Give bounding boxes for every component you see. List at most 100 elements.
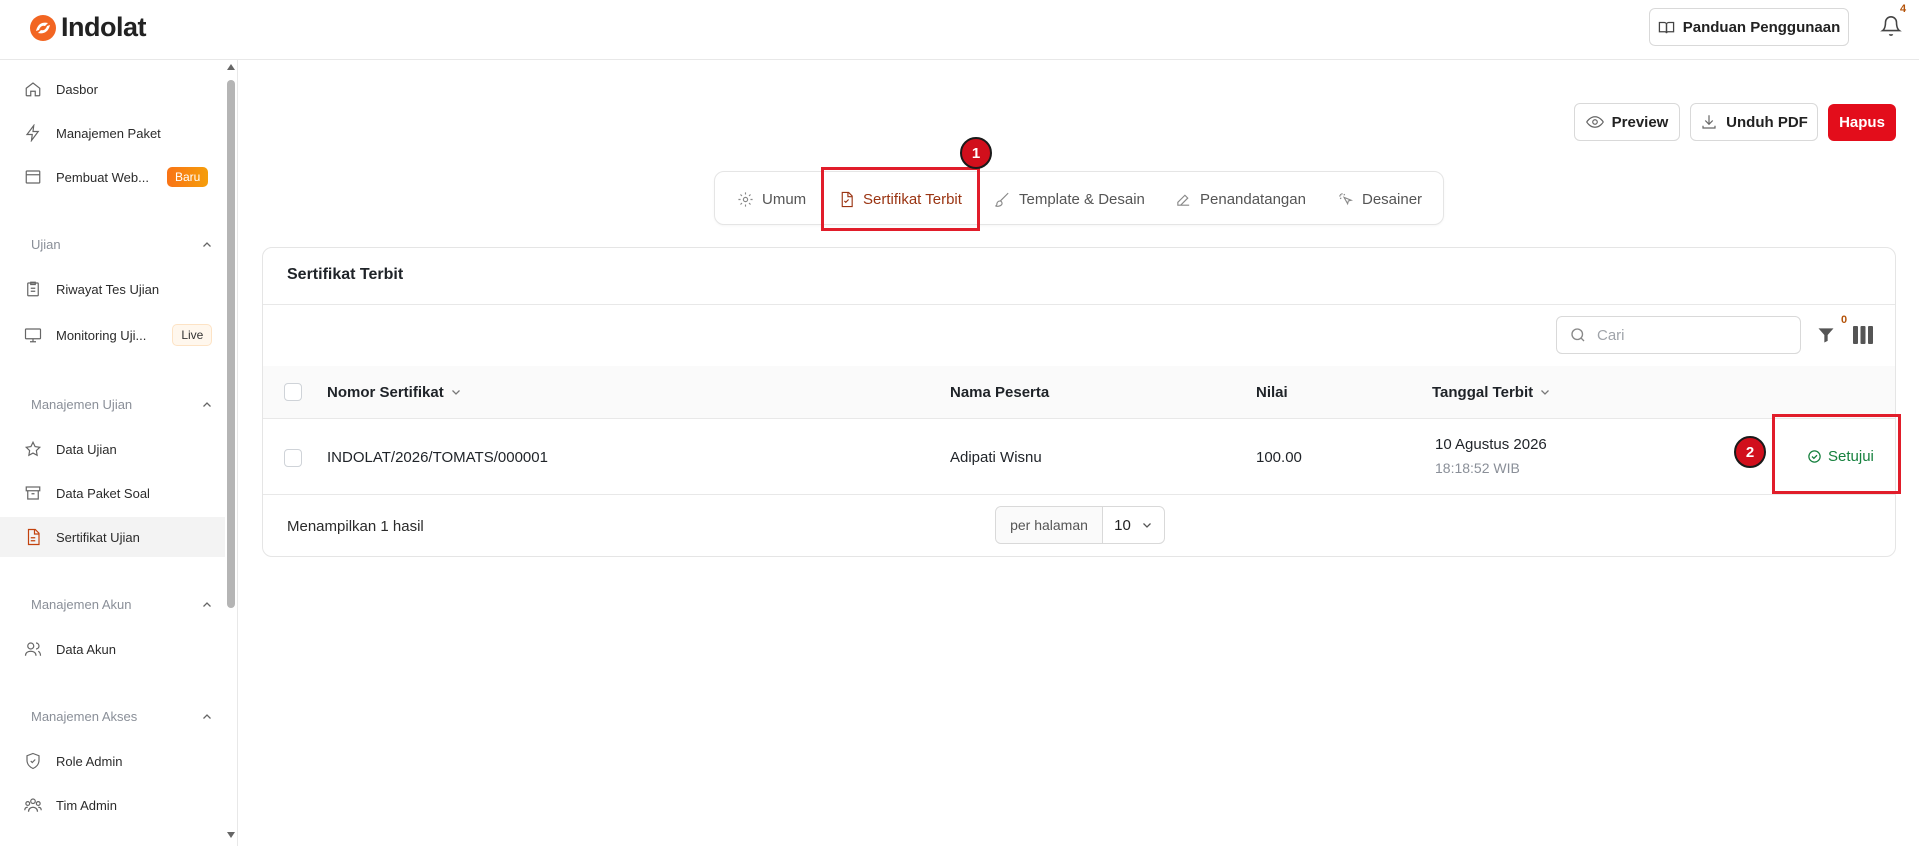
bell-icon[interactable] [1880,14,1902,38]
sidebar-section-ujian[interactable]: Ujian [31,237,213,252]
tab-desainer[interactable]: Desainer [1337,172,1422,226]
sidebar-item-pembuat-web[interactable]: Pembuat Web... Baru [0,157,225,197]
gear-icon [738,191,753,207]
tab-umum[interactable]: Umum [737,172,806,226]
tab-label: Umum [762,190,807,208]
sidebar-item-label: Monitoring Uji... [56,327,147,343]
tab-penandatangan[interactable]: Penandatangan [1175,172,1306,226]
clipboard-icon [27,281,39,297]
indolat-logo-icon [30,14,56,41]
tab-sertifikat-terbit[interactable]: Sertifikat Terbit [838,172,962,226]
filter-count-badge: 0 [1841,314,1848,326]
sidebar-item-label: Riwayat Tes Ujian [56,281,160,297]
search-input[interactable]: Cari [1556,316,1801,354]
team-icon [24,798,42,812]
per-page-number: 10 [1114,516,1131,534]
search-icon [1571,328,1585,342]
sidebar-item-label: Sertifikat Ujian [56,529,140,545]
result-count: Menampilkan 1 hasil [287,518,424,535]
step-marker-1: 1 [960,137,992,169]
scroll-down-arrow-icon[interactable] [227,832,235,838]
check-circle-icon [1808,450,1821,463]
divider [263,418,1895,419]
sidebar-section-manajemen-akun[interactable]: Manajemen Akun [31,597,213,612]
sidebar-item-manajemen-paket[interactable]: Manajemen Paket [0,113,225,153]
column-label: Tanggal Terbit [1432,383,1534,401]
chevron-up-icon [203,241,211,247]
scrollbar-thumb[interactable] [227,80,235,608]
logo-text: Indolat [61,12,147,42]
chevron-up-icon [203,401,211,407]
download-pdf-button[interactable]: Unduh PDF [1690,103,1818,141]
sidebar-item-tim-admin[interactable]: Tim Admin [0,785,225,825]
chevron-up-icon [203,713,211,719]
column-header-nama-peserta: Nama Peserta [950,366,1049,418]
divider [263,304,1895,305]
sidebar-item-label: Dasbor [56,81,98,97]
logo[interactable]: Indolat [29,12,147,43]
column-label: Nilai [1256,383,1288,401]
cell-participant: Adipati Wisnu [950,449,1042,466]
sidebar-item-dasbor[interactable]: Dasbor [0,69,225,109]
download-icon [1702,115,1716,129]
brush-icon [995,192,1009,207]
cell-time: 18:18:52 WIB [1435,460,1520,476]
filter-icon[interactable] [1816,325,1836,345]
scroll-up-arrow-icon[interactable] [227,64,235,70]
guide-button-label: Panduan Penggunaan [1682,18,1841,36]
monitor-icon [24,328,42,343]
browser-icon [25,170,41,184]
sidebar-section-manajemen-ujian[interactable]: Manajemen Ujian [31,397,213,412]
section-label: Manajemen Akses [31,709,138,724]
select-all-checkbox[interactable] [284,383,302,401]
tab-bar: Umum Sertifikat Terbit Template & Desain… [714,171,1444,225]
row-checkbox[interactable] [284,449,302,467]
card-title: Sertifikat Terbit [287,266,404,283]
table-header: Nomor Sertifikat Nama Peserta Nilai Tang… [263,366,1895,418]
cell-score: 100.00 [1256,449,1302,466]
sidebar-item-data-paket-soal[interactable]: Data Paket Soal [0,473,225,513]
live-badge: Live [172,324,213,346]
sidebar-item-role-admin[interactable]: Role Admin [0,741,225,781]
sidebar-item-label: Tim Admin [56,797,117,813]
column-header-nilai: Nilai [1256,366,1288,418]
sidebar-item-sertifikat-ujian[interactable]: Sertifikat Ujian [0,517,225,557]
tab-template-desain[interactable]: Template & Desain [994,172,1145,226]
certificate-document-icon [841,191,853,207]
tab-label: Sertifikat Terbit [863,190,962,208]
users-icon [24,642,42,656]
columns-icon[interactable] [1853,326,1873,344]
column-label: Nama Peserta [950,383,1050,401]
tab-label: Penandatangan [1200,190,1306,208]
delete-button[interactable]: Hapus [1828,104,1896,141]
sidebar-item-label: Pembuat Web... [56,169,149,185]
per-page-select[interactable]: per halaman 10 [995,506,1165,544]
sidebar-item-riwayat-tes-ujian[interactable]: Riwayat Tes Ujian [0,269,225,309]
tab-label: Desainer [1362,190,1423,208]
divider [263,494,1895,495]
preview-button[interactable]: Preview [1574,103,1680,141]
tab-label: Template & Desain [1019,190,1145,208]
sidebar-item-data-ujian[interactable]: Data Ujian [0,429,225,469]
new-badge: Baru [166,167,209,187]
preview-button-label: Preview [1611,113,1669,131]
document-icon [27,528,40,546]
column-header-tanggal-terbit[interactable]: Tanggal Terbit [1432,366,1551,418]
sidebar-section-manajemen-akses[interactable]: Manajemen Akses [31,709,213,724]
lightning-icon [25,124,40,142]
section-label: Manajemen Akun [31,597,132,612]
guide-button[interactable]: Panduan Penggunaan [1649,8,1849,46]
approve-button[interactable]: Setujui [1807,448,1874,465]
per-page-label: per halaman [996,507,1103,543]
pointer-click-icon [1339,192,1354,205]
chevron-down-icon [1142,523,1151,528]
notification-badge: 4 [1900,3,1907,15]
sidebar-item-monitoring-ujian[interactable]: Monitoring Uji... Live [0,315,225,355]
search-placeholder: Cari [1597,326,1625,344]
section-label: Ujian [31,237,61,252]
sidebar-item-data-akun[interactable]: Data Akun [0,629,225,669]
column-header-nomor-sertifikat[interactable]: Nomor Sertifikat [327,366,462,418]
certificate-card: Sertifikat Terbit Cari 0 Nomor Sertifika… [262,247,1896,557]
per-page-value[interactable]: 10 [1103,517,1164,534]
approve-label: Setujui [1828,448,1874,465]
